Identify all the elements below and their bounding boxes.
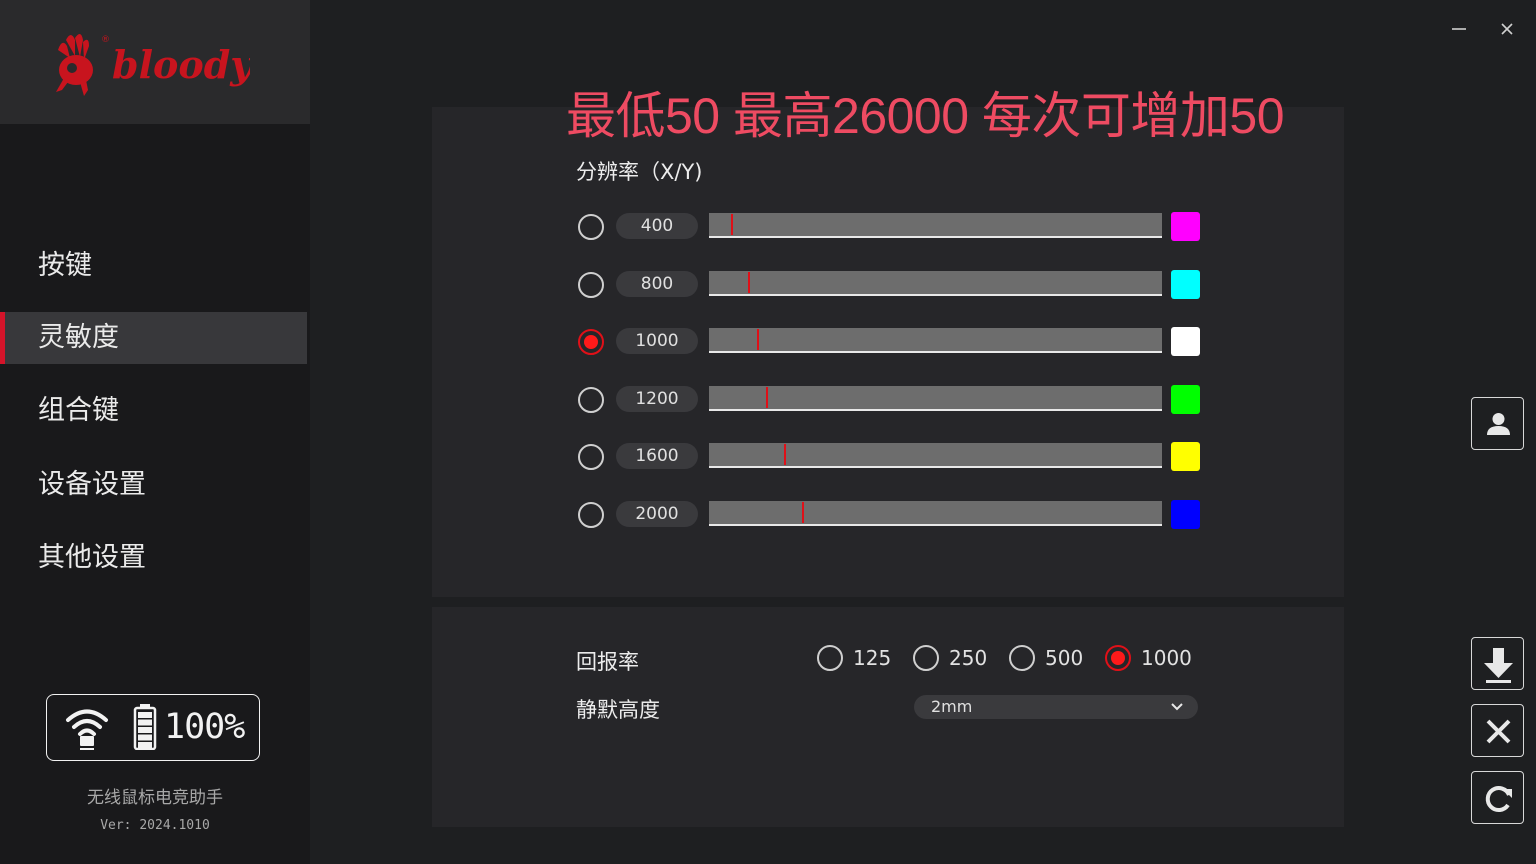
resolution-title: 分辨率（X/Y) xyxy=(576,160,703,184)
report-rate-radio[interactable] xyxy=(913,645,939,671)
dpi-level-radio[interactable] xyxy=(578,502,604,528)
dpi-color-swatch[interactable] xyxy=(1171,385,1200,414)
dpi-color-swatch[interactable] xyxy=(1171,500,1200,529)
report-rate-value: 250 xyxy=(949,646,988,670)
report-rate-value: 125 xyxy=(853,646,892,670)
report-rate-panel xyxy=(432,607,1344,827)
dpi-range-banner: 最低50 最高26000 每次可增加50 xyxy=(566,88,1285,144)
sidebar-item-sensitivity[interactable]: 灵敏度 xyxy=(0,312,307,364)
dpi-value[interactable]: 1600 xyxy=(616,443,698,469)
report-rate-radio[interactable] xyxy=(1105,645,1131,671)
close-window-button[interactable] xyxy=(1492,14,1522,44)
dpi-slider[interactable] xyxy=(709,271,1162,296)
dpi-slider-thumb[interactable] xyxy=(802,502,804,523)
dpi-slider-thumb[interactable] xyxy=(748,272,750,293)
lift-off-value: 2mm xyxy=(931,697,973,716)
minimize-icon xyxy=(1452,28,1466,30)
battery-bar xyxy=(138,742,152,748)
reset-button[interactable] xyxy=(1471,771,1524,824)
close-icon xyxy=(1501,23,1513,35)
sidebar-item-macro[interactable]: 组合键 xyxy=(0,385,307,437)
dpi-slider-thumb[interactable] xyxy=(784,444,786,465)
sidebar: bloody ® 按键 灵敏度 组合键 设备设置 其他设置 100% 无线鼠标电… xyxy=(0,0,310,864)
svg-text:®: ® xyxy=(101,35,110,45)
dpi-level-row: 800 xyxy=(576,270,1206,300)
dpi-value[interactable]: 1200 xyxy=(616,386,698,412)
bloody-logo-text: bloody xyxy=(112,42,250,87)
dpi-slider-thumb[interactable] xyxy=(731,214,733,235)
dpi-color-swatch[interactable] xyxy=(1171,270,1200,299)
dpi-value[interactable]: 800 xyxy=(616,271,698,297)
dpi-level-row: 2000 xyxy=(576,500,1206,530)
reset-icon xyxy=(1485,786,1512,813)
dpi-slider[interactable] xyxy=(709,501,1162,526)
wireless-icon xyxy=(66,709,108,750)
battery-bar xyxy=(138,734,152,741)
lift-off-label: 静默高度 xyxy=(576,698,660,722)
dpi-value[interactable]: 2000 xyxy=(616,501,698,527)
dpi-level-radio[interactable] xyxy=(578,444,604,470)
battery-percent: 100% xyxy=(164,707,245,747)
bloody-logo-icon: bloody ® xyxy=(56,33,250,96)
report-rate-label: 回报率 xyxy=(576,650,639,674)
lift-off-dropdown[interactable]: 2mm xyxy=(914,695,1198,719)
chevron-down-icon xyxy=(1171,703,1183,711)
dpi-level-radio[interactable] xyxy=(578,329,604,355)
dpi-value[interactable]: 1000 xyxy=(616,328,698,354)
dpi-value[interactable]: 400 xyxy=(616,213,698,239)
dpi-slider[interactable] xyxy=(709,443,1162,468)
profile-icon xyxy=(1487,413,1510,435)
dpi-level-row: 1600 xyxy=(576,442,1206,472)
dpi-slider-thumb[interactable] xyxy=(766,387,768,408)
dpi-level-row: 400 xyxy=(576,212,1206,242)
report-rate-value: 1000 xyxy=(1141,646,1192,670)
sidebar-item-other-settings[interactable]: 其他设置 xyxy=(0,532,307,584)
cancel-button[interactable] xyxy=(1471,704,1524,757)
dpi-color-swatch[interactable] xyxy=(1171,327,1200,356)
close-icon xyxy=(1486,719,1511,744)
battery-icon xyxy=(133,704,157,750)
report-rate-radio[interactable] xyxy=(1009,645,1035,671)
device-status: 100% xyxy=(46,694,260,761)
sidebar-item-device-settings[interactable]: 设备设置 xyxy=(0,459,307,511)
battery-bar xyxy=(138,719,152,726)
dpi-color-swatch[interactable] xyxy=(1171,212,1200,241)
report-rate-radio[interactable] xyxy=(817,645,843,671)
download-icon xyxy=(1484,648,1513,683)
app-name: 无线鼠标电竞助手 xyxy=(87,788,223,808)
download-button[interactable] xyxy=(1471,637,1524,690)
app-version: Ver: 2024.1010 xyxy=(100,818,210,833)
brand-logo: bloody ® xyxy=(0,0,310,124)
sidebar-item-buttons[interactable]: 按键 xyxy=(0,240,307,292)
dpi-level-radio[interactable] xyxy=(578,387,604,413)
dpi-level-radio[interactable] xyxy=(578,214,604,240)
minimize-button[interactable] xyxy=(1444,14,1474,44)
dpi-slider[interactable] xyxy=(709,386,1162,411)
profile-button[interactable] xyxy=(1471,397,1524,450)
dpi-color-swatch[interactable] xyxy=(1171,442,1200,471)
report-rate-value: 500 xyxy=(1045,646,1084,670)
dpi-level-row: 1200 xyxy=(576,385,1206,415)
battery-bar xyxy=(138,712,152,718)
dpi-slider[interactable] xyxy=(709,213,1162,238)
battery-bar xyxy=(138,727,152,733)
dpi-level-radio[interactable] xyxy=(578,272,604,298)
dpi-slider[interactable] xyxy=(709,328,1162,353)
dpi-slider-thumb[interactable] xyxy=(757,329,759,350)
dpi-level-row: 1000 xyxy=(576,327,1206,357)
